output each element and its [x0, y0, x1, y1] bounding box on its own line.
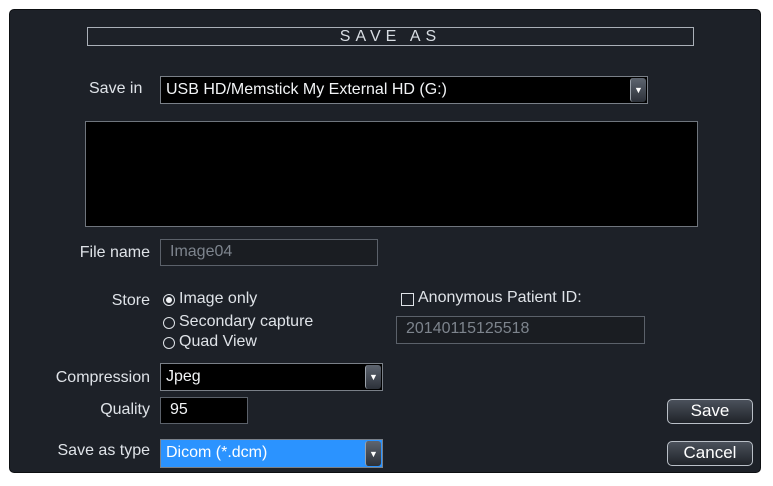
save-in-value: USB HD/Memstick My External HD (G:)	[166, 81, 447, 98]
store-option-secondary-capture: Secondary capture	[179, 313, 314, 330]
save-button[interactable]: Save	[667, 399, 753, 424]
save-as-type-label: Save as type	[57, 442, 151, 459]
radio-secondary-capture[interactable]	[163, 317, 175, 329]
store-option-image-only: Image only	[179, 290, 258, 307]
compression-dropdown[interactable]: Jpeg ▼	[160, 363, 383, 391]
patient-id-field[interactable]: 20140115125518	[396, 316, 645, 344]
radio-image-only[interactable]	[163, 294, 175, 306]
compression-label: Compression	[55, 369, 150, 386]
compression-value: Jpeg	[166, 368, 201, 385]
save-as-type-dropdown[interactable]: Dicom (*.dcm) ▼	[160, 439, 383, 468]
cancel-button[interactable]: Cancel	[667, 441, 753, 466]
file-list[interactable]	[85, 121, 698, 227]
dialog-title: SAVE AS	[87, 27, 694, 46]
radio-quad-view[interactable]	[163, 337, 175, 349]
chevron-down-icon[interactable]: ▼	[365, 365, 381, 389]
file-name-label: File name	[79, 244, 150, 261]
chevron-down-icon[interactable]: ▼	[365, 441, 381, 466]
anonymous-patient-id-label: Anonymous Patient ID:	[418, 289, 582, 306]
file-name-field[interactable]: Image04	[160, 239, 378, 266]
store-label: Store	[111, 292, 150, 309]
chevron-down-icon[interactable]: ▼	[630, 78, 646, 102]
quality-label: Quality	[100, 401, 150, 418]
quality-field[interactable]: 95	[160, 397, 248, 424]
anonymous-checkbox[interactable]	[401, 293, 414, 306]
save-in-dropdown[interactable]: USB HD/Memstick My External HD (G:) ▼	[160, 76, 648, 104]
save-in-label: Save in	[89, 80, 143, 97]
save-as-dialog: SAVE AS Save in USB HD/Memstick My Exter…	[10, 10, 760, 472]
store-option-quad-view: Quad View	[179, 333, 257, 350]
save-as-type-value: Dicom (*.dcm)	[166, 444, 268, 461]
